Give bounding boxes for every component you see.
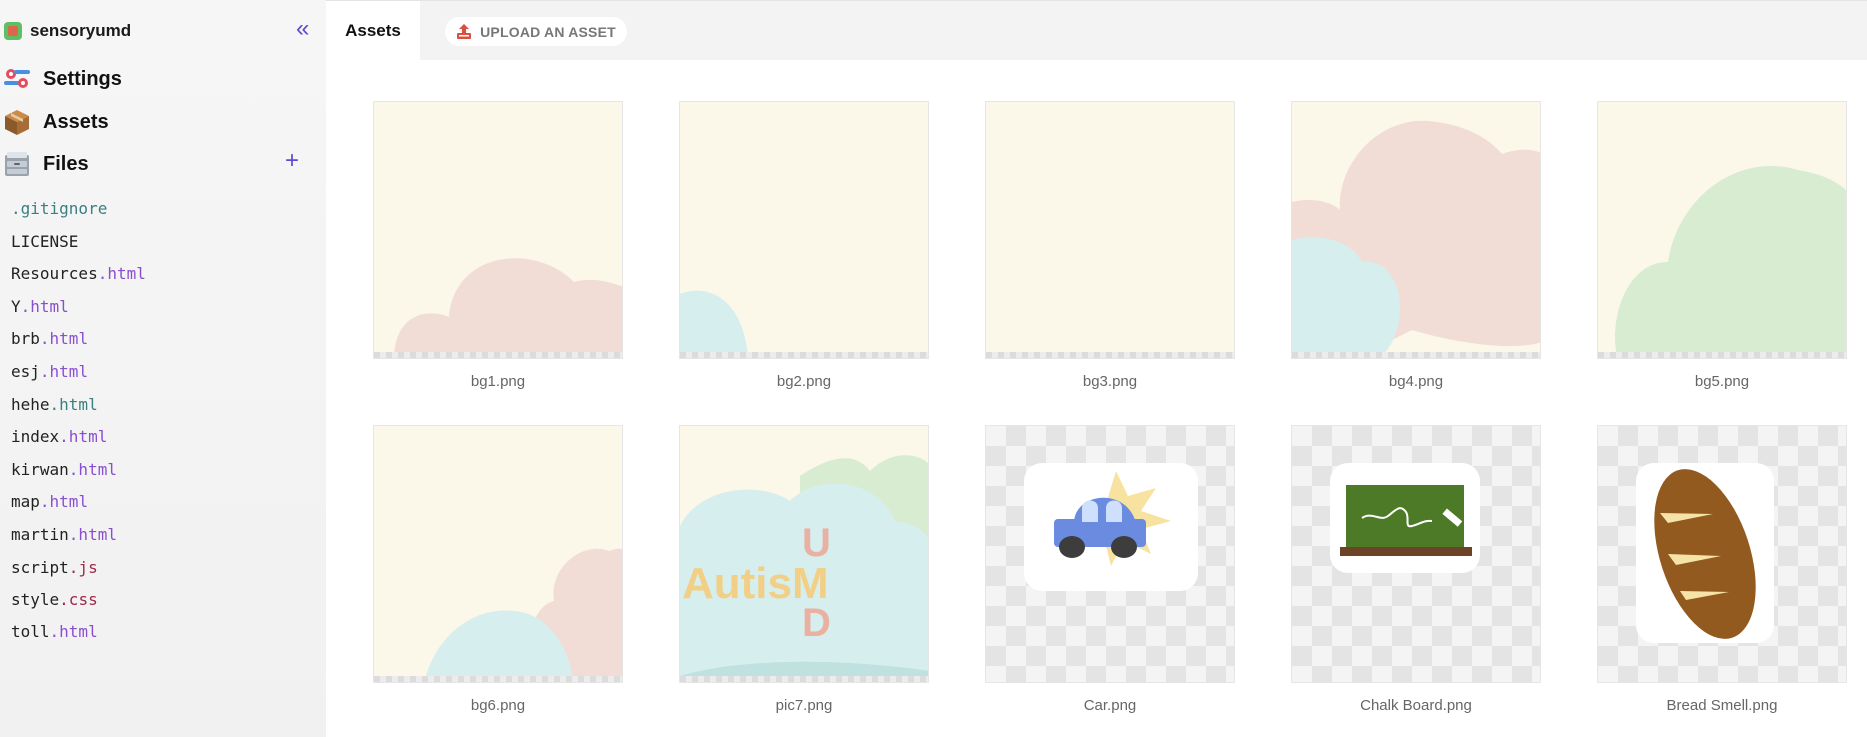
sidebar-item-files[interactable]: Files xyxy=(2,147,89,181)
file-item[interactable]: kirwan.html xyxy=(11,460,117,479)
asset-name: bg6.png xyxy=(470,697,526,714)
file-name: esj xyxy=(11,362,40,381)
project-logo-icon xyxy=(4,22,22,40)
file-extension: .html xyxy=(20,297,69,316)
files-cabinet-icon xyxy=(2,149,32,179)
file-extension: .html xyxy=(59,427,108,446)
car-icon xyxy=(1024,463,1198,591)
file-name: Resources xyxy=(11,264,98,283)
upload-icon xyxy=(457,23,472,39)
file-name: .gitignore xyxy=(11,199,108,218)
file-extension: .html xyxy=(39,329,89,348)
file-item[interactable]: esj.html xyxy=(11,362,88,381)
sidebar-item-label: Assets xyxy=(43,110,109,133)
file-extension: .html xyxy=(49,622,98,641)
bread-icon xyxy=(1636,463,1774,643)
file-item[interactable]: hehe.html xyxy=(11,395,98,414)
assets-box-icon xyxy=(2,107,32,137)
asset-name: bg1.png xyxy=(470,373,526,390)
sidebar-item-assets[interactable]: Assets xyxy=(2,105,109,139)
file-item[interactable]: Y.html xyxy=(11,297,69,316)
asset-thumbnail xyxy=(1291,101,1541,359)
file-name: map xyxy=(11,492,40,511)
upload-label: UPLOAD AN ASSET xyxy=(480,23,616,40)
asset-name: bg3.png xyxy=(1082,373,1138,390)
asset-name: bg4.png xyxy=(1388,373,1444,390)
add-file-button[interactable]: + xyxy=(285,148,299,174)
asset-thumbnail: AutisM U D xyxy=(679,425,929,683)
asset-art-letter: U xyxy=(802,521,831,565)
asset-name: Chalk Board.png xyxy=(1360,697,1472,714)
file-item[interactable]: LICENSE xyxy=(11,232,78,251)
file-item[interactable]: Resources.html xyxy=(11,264,146,283)
file-name: script xyxy=(11,558,69,577)
file-extension: .html xyxy=(68,525,117,544)
file-item[interactable]: martin.html xyxy=(11,525,117,544)
chalkboard-icon xyxy=(1330,463,1480,573)
asset-name: Bread Smell.png xyxy=(1666,697,1778,714)
asset-name: pic7.png xyxy=(775,697,833,714)
file-name: LICENSE xyxy=(11,232,79,251)
file-name: martin xyxy=(11,525,69,544)
asset-thumbnail xyxy=(373,101,623,359)
asset-name: bg5.png xyxy=(1694,373,1750,390)
file-name: style xyxy=(11,590,60,609)
file-item[interactable]: script.js xyxy=(11,558,98,577)
app-window: sensoryumd « Settings Assets Files + .gi… xyxy=(0,0,1867,737)
asset-art-letter: D xyxy=(802,601,831,645)
asset-thumbnail xyxy=(985,425,1235,683)
asset-name: bg2.png xyxy=(776,373,832,390)
file-name: kirwan xyxy=(11,460,69,479)
asset-thumbnail xyxy=(1597,101,1847,359)
file-item[interactable]: toll.html xyxy=(11,622,98,641)
sidebar-item-label: Files xyxy=(43,152,89,175)
file-item[interactable]: map.html xyxy=(11,492,88,511)
asset-thumbnail xyxy=(679,101,929,359)
file-item[interactable]: style.css xyxy=(11,590,98,609)
file-name: Y xyxy=(11,297,21,316)
file-name: hehe xyxy=(11,395,50,414)
sidebar: sensoryumd « Settings Assets Files + .gi… xyxy=(0,0,326,737)
project-header[interactable]: sensoryumd xyxy=(4,20,131,42)
file-extension: .html xyxy=(97,264,146,283)
file-name: brb xyxy=(11,329,40,348)
file-extension: .html xyxy=(49,395,98,414)
sidebar-item-settings[interactable]: Settings xyxy=(2,62,122,96)
collapse-sidebar-button[interactable]: « xyxy=(296,16,316,42)
file-extension: .js xyxy=(68,558,98,577)
asset-name: Car.png xyxy=(1083,697,1137,714)
file-item[interactable]: .gitignore xyxy=(11,199,107,218)
project-name: sensoryumd xyxy=(30,21,132,40)
file-item[interactable]: brb.html xyxy=(11,329,88,348)
asset-thumbnail xyxy=(1291,425,1541,683)
settings-icon xyxy=(2,64,32,94)
file-name: toll xyxy=(11,622,50,641)
topbar: Assets UPLOAD AN ASSET xyxy=(326,0,1867,61)
file-extension: .html xyxy=(68,460,117,479)
tab-assets[interactable]: Assets xyxy=(326,1,420,61)
sidebar-item-label: Settings xyxy=(43,67,122,90)
file-extension: .html xyxy=(39,362,89,381)
file-name: index xyxy=(11,427,60,446)
asset-thumbnail xyxy=(985,101,1235,359)
upload-asset-button[interactable]: UPLOAD AN ASSET xyxy=(445,17,627,46)
asset-thumbnail xyxy=(373,425,623,683)
file-item[interactable]: index.html xyxy=(11,427,107,446)
asset-thumbnail xyxy=(1597,425,1847,683)
file-extension: .html xyxy=(39,492,89,511)
file-extension: .css xyxy=(59,590,98,609)
